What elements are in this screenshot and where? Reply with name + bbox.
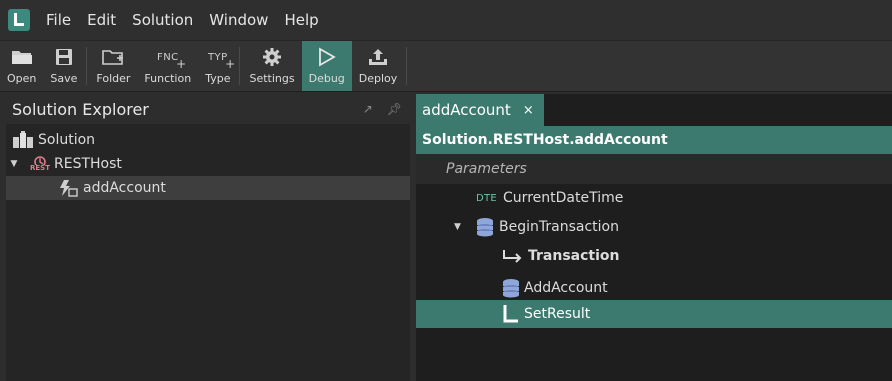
save-button[interactable]: Save [43,41,84,91]
gear-icon [262,46,282,68]
deploy-label: Deploy [358,72,398,85]
menu-file[interactable]: File [38,11,79,29]
node-label: AddAccount [524,280,608,296]
editor-panel: addAccount × Solution.RESTHost.addAccoun… [416,94,892,381]
toolbar-separator [239,47,241,85]
datetime-icon: DTE [476,192,498,204]
float-panel-icon[interactable]: ↗ [363,102,373,116]
tab-addaccount[interactable]: addAccount × [416,94,544,126]
new-function-button[interactable]: FNC + Function [137,41,198,91]
database-icon [502,278,520,298]
rest-icon-text: REST [30,164,50,172]
new-function-icon: FNC + [156,51,187,71]
settings-button[interactable]: Settings [242,41,301,91]
new-folder-button[interactable]: Folder [89,41,137,91]
close-icon[interactable]: × [523,103,534,118]
breadcrumb: Solution.RESTHost.addAccount [416,126,892,154]
tree-item-label: RESTHost [54,156,122,172]
toolbar-separator [86,47,88,85]
menu-solution[interactable]: Solution [124,11,201,29]
deploy-button[interactable]: Deploy [352,41,405,91]
parameters-label: Parameters [446,161,527,177]
menu-bar: File Edit Solution Window Help [0,0,892,40]
node-add-account[interactable]: AddAccount [416,274,892,302]
database-icon [476,217,494,237]
debug-label: Debug [308,72,345,85]
new-type-icon: TYP + [207,51,236,71]
menu-window[interactable]: Window [201,11,276,29]
save-icon [55,46,73,68]
debug-button[interactable]: Debug [301,41,352,91]
solution-icon [12,131,34,149]
node-set-result[interactable]: SetResult [416,300,892,328]
function-label: Function [144,72,192,85]
tree-item-label: Solution [38,132,96,148]
open-button[interactable]: Open [0,41,43,91]
solution-explorer-title: Solution Explorer [12,99,149,119]
node-begin-transaction[interactable]: ▼ BeginTransaction [416,213,892,241]
open-label: Open [7,72,37,85]
parameters-section[interactable]: Parameters [416,154,892,184]
return-arrow-icon [502,249,522,263]
menu-edit[interactable]: Edit [79,11,124,29]
folder-label: Folder [96,72,131,85]
app-logo-icon [8,9,30,31]
tree-item-addaccount[interactable]: addAccount [6,176,410,200]
return-icon [502,304,520,324]
function-icon [58,179,78,197]
node-label: Transaction [528,248,620,264]
new-folder-icon [102,46,124,68]
folder-open-icon [11,46,33,68]
tree-item-label: addAccount [83,180,166,196]
pin-icon[interactable]: 📌︎ [387,102,402,116]
chevron-down-icon[interactable]: ▼ [454,222,466,232]
node-label: SetResult [524,306,591,322]
node-label: BeginTransaction [499,219,619,235]
node-current-datetime[interactable]: DTE CurrentDateTime [416,184,892,212]
toolbar: Open Save Folder FNC + Function TYP + Type… [0,40,892,92]
tab-label: addAccount [422,101,511,119]
save-label: Save [50,72,78,85]
rest-host-icon: REST [30,156,50,172]
node-label: CurrentDateTime [503,190,624,206]
toolbar-separator [406,47,408,85]
breadcrumb-path: Solution.RESTHost.addAccount [422,132,668,148]
type-label: Type [205,72,231,85]
tree-item-solution[interactable]: Solution [6,128,410,152]
solution-explorer-panel: Solution Explorer ↗ 📌︎ Solution ▼ REST R… [6,94,410,381]
settings-label: Settings [249,72,295,85]
tree-item-resthost[interactable]: ▼ REST RESTHost [6,152,410,176]
new-type-button[interactable]: TYP + Type [198,41,237,91]
solution-explorer-header: Solution Explorer ↗ 📌︎ [6,94,410,124]
upload-icon [368,46,388,68]
chevron-down-icon[interactable]: ▼ [8,159,20,169]
play-icon [318,46,336,68]
menu-help[interactable]: Help [276,11,326,29]
node-transaction[interactable]: Transaction [416,242,892,270]
